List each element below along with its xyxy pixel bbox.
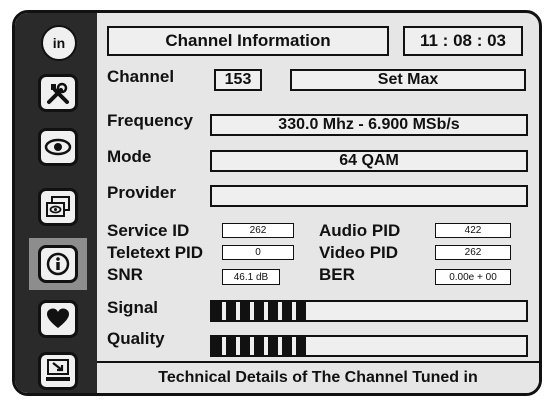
page-title: Channel Information (107, 26, 389, 56)
video-pid-value: 262 (435, 245, 511, 260)
quality-label: Quality (107, 329, 165, 348)
channel-label: Channel (107, 67, 175, 86)
logo-text: in (53, 35, 65, 51)
teletext-pid-value: 0 (222, 245, 294, 260)
sidebar-item-settings[interactable] (29, 67, 87, 119)
sidebar: in (15, 13, 97, 393)
osd-frame: in Channel Information 11: 08: 03 Chan… (12, 10, 542, 396)
channel-info-panel: Channel Information 11 : 08 : 03 Channel… (97, 13, 539, 393)
mode-label: Mode (107, 147, 152, 166)
ber-label: BER (319, 265, 355, 284)
in-digital-logo: in (41, 25, 77, 61)
provider-value (210, 185, 528, 207)
eye-icon (44, 138, 72, 156)
sidebar-item-info[interactable] (29, 238, 87, 290)
quality-meter (210, 335, 528, 357)
service-id-label: Service ID (107, 221, 190, 240)
provider-label: Provider (107, 183, 176, 202)
audio-pid-value: 422 (435, 223, 511, 238)
channel-name: Set Max (290, 69, 526, 91)
sidebar-item-view[interactable] (29, 121, 87, 173)
tools-icon (47, 82, 69, 104)
download-icon (46, 359, 70, 381)
info-icon (46, 252, 70, 276)
sidebar-item-favorites[interactable] (29, 293, 87, 345)
snr-label: SNR (107, 265, 143, 284)
sidebar-item-download[interactable] (29, 345, 87, 393)
signal-level (212, 302, 307, 320)
sidebar-item-display[interactable] (29, 181, 87, 233)
channel-number: 153 (214, 69, 262, 91)
frequency-label: Frequency (107, 111, 193, 130)
mode-value: 64 QAM (210, 150, 528, 172)
heart-icon (47, 308, 69, 328)
audio-pid-label: Audio PID (319, 221, 401, 240)
frequency-value: 330.0 Mhz - 6.900 MSb/s (210, 114, 528, 136)
teletext-pid-label: Teletext PID (107, 243, 204, 262)
service-id-value: 262 (222, 223, 294, 238)
signal-label: Signal (107, 298, 159, 317)
quality-level (212, 337, 307, 355)
snr-value: 46.1 dB (222, 269, 280, 285)
video-pid-label: Video PID (319, 243, 399, 262)
ber-value: 0.00e + 00 (435, 269, 511, 285)
signal-meter (210, 300, 528, 322)
footer-hint: Technical Details of The Channel Tuned i… (97, 361, 539, 393)
clock-display: 11 : 08 : 03 (403, 26, 523, 56)
screen-icon (46, 196, 70, 217)
